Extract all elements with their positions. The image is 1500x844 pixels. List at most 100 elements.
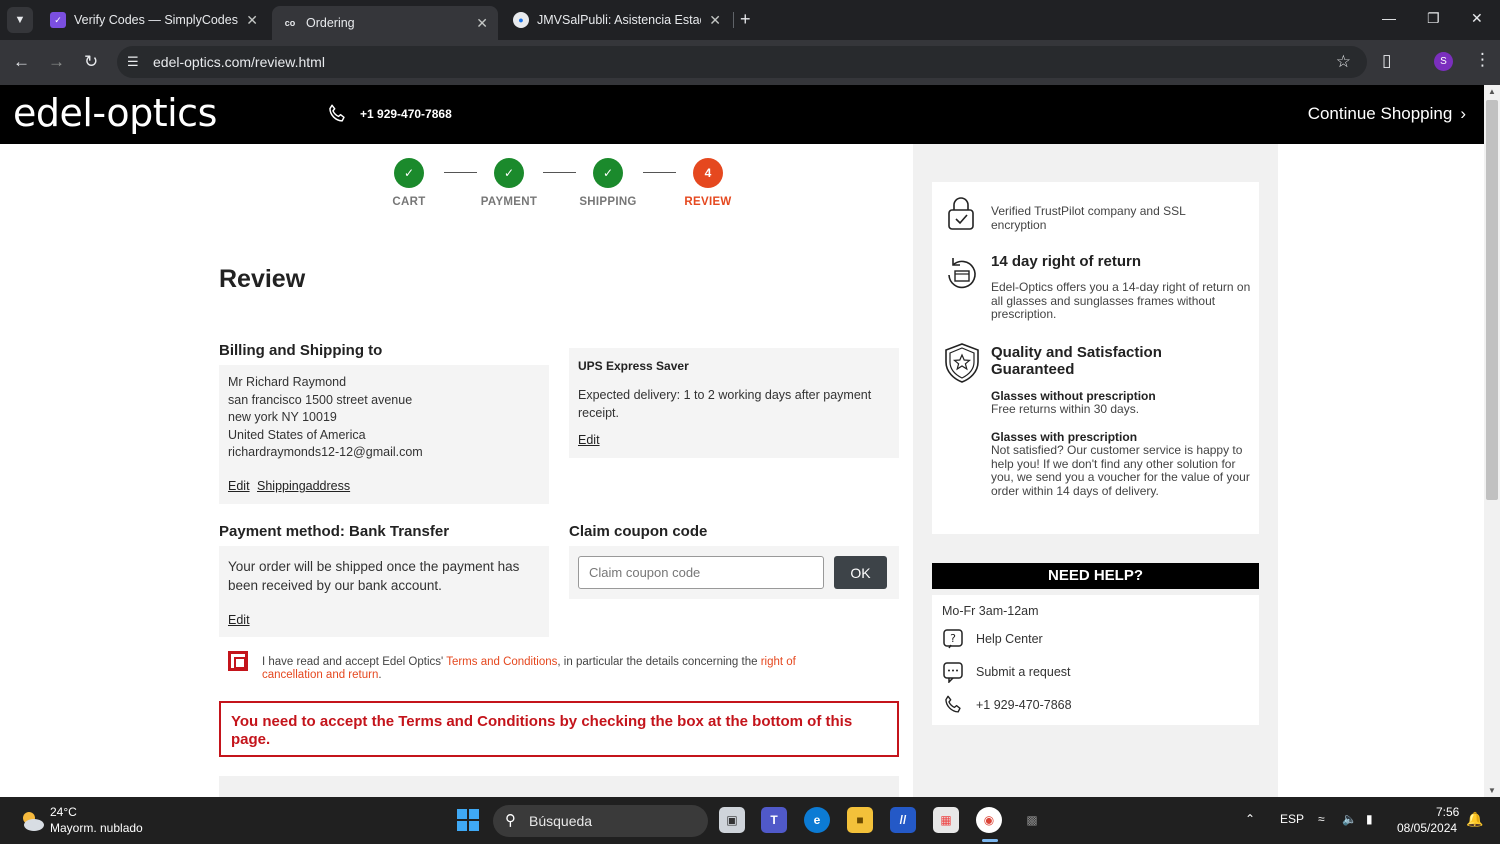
no-prescription-heading: Glasses without prescription <box>991 389 1156 403</box>
teams-icon[interactable]: T <box>761 807 787 833</box>
return-box-icon <box>948 258 976 289</box>
site-info-icon[interactable]: ☰ <box>127 54 139 70</box>
active-app-indicator <box>982 839 998 842</box>
question-icon: ? <box>943 629 963 649</box>
continue-shopping-label: Continue Shopping <box>1307 104 1453 123</box>
tab-title: Verify Codes — SimplyCodes <box>74 13 238 27</box>
clock-date[interactable]: 08/05/2024 <box>1397 821 1457 835</box>
shipping-method-description: Expected delivery: 1 to 2 working days a… <box>578 388 872 420</box>
close-icon[interactable]: ✕ <box>709 12 721 29</box>
tab-search-button[interactable]: ▼ <box>7 7 33 33</box>
reload-icon[interactable]: ↻ <box>84 52 98 72</box>
globe-icon: ● <box>513 12 529 28</box>
step-shipping[interactable]: ✓ SHIPPING <box>558 158 658 208</box>
step-label: SHIPPING <box>579 196 637 208</box>
chat-bubble-icon <box>943 662 963 683</box>
close-window-icon[interactable]: ✕ <box>1471 10 1483 27</box>
quality-shield-icon <box>945 343 979 383</box>
scroll-down-icon[interactable]: ▼ <box>1488 786 1496 795</box>
back-icon[interactable]: ← <box>13 52 30 72</box>
address-bar[interactable]: ☰ edel-optics.com/review.html ☆ <box>117 46 1367 78</box>
terms-conditions-link[interactable]: Terms and Conditions <box>446 656 557 668</box>
forward-icon[interactable]: → <box>48 52 65 72</box>
step-cart[interactable]: ✓ CART <box>359 158 459 208</box>
simplycodes-icon: ✓ <box>50 12 66 28</box>
no-prescription-text: Free returns within 30 days. <box>991 402 1140 416</box>
microsoft-store-icon[interactable]: ▦ <box>933 807 959 833</box>
task-view-icon[interactable]: ▣ <box>719 807 745 833</box>
shipping-address-link[interactable]: Shippingaddress <box>257 479 350 493</box>
coupon-ok-button[interactable]: OK <box>834 556 887 589</box>
draw-app-icon[interactable]: // <box>890 807 916 833</box>
taskbar-search-label: Búsqueda <box>529 813 593 829</box>
page-title: Review <box>219 265 306 293</box>
restore-icon[interactable]: ❐ <box>1427 10 1440 27</box>
file-explorer-icon[interactable]: ■ <box>847 807 873 833</box>
tab-separator <box>733 12 734 28</box>
scroll-up-icon[interactable]: ▲ <box>1488 87 1496 96</box>
battery-icon[interactable]: ▮ <box>1366 812 1373 826</box>
windows-start-icon[interactable] <box>457 809 479 831</box>
tab-ordering[interactable]: co Ordering ✕ <box>272 6 498 40</box>
notification-bell-icon[interactable]: 🔔 <box>1466 811 1483 828</box>
new-tab-button[interactable]: + <box>740 9 751 30</box>
terms-error-message: You need to accept the Terms and Conditi… <box>219 701 899 757</box>
cloud-sun-icon[interactable] <box>18 809 46 833</box>
edit-payment-link[interactable]: Edit <box>228 613 250 627</box>
page-scrollbar[interactable]: ▲ ▼ <box>1484 85 1500 797</box>
site-logo[interactable]: edel-optics <box>13 91 217 135</box>
help-item-label: Submit a request <box>976 665 1071 679</box>
plus-icon: + <box>740 9 751 29</box>
search-icon: ⚲ <box>505 812 516 829</box>
app-icon[interactable]: ▩ <box>1019 807 1045 833</box>
close-icon[interactable]: ✕ <box>476 15 488 32</box>
bookmark-star-icon[interactable]: ☆ <box>1336 52 1351 72</box>
edit-billing-link[interactable]: Edit <box>228 479 250 493</box>
phone-icon <box>329 104 345 122</box>
profile-avatar[interactable]: S <box>1434 52 1453 71</box>
continue-shopping-link[interactable]: Continue Shopping › <box>1308 104 1466 124</box>
prescription-heading: Glasses with prescription <box>991 430 1138 444</box>
phone-icon <box>945 695 961 713</box>
submit-request-link[interactable]: Submit a request <box>942 661 1071 683</box>
browser-tab-bar: ▼ ✓ Verify Codes — SimplyCodes ✕ co Orde… <box>0 0 1500 40</box>
edge-icon[interactable]: e <box>804 807 830 833</box>
chrome-icon[interactable]: ◉ <box>976 807 1002 833</box>
tab-title: JMVSalPubli: Asistencia Estadíst <box>537 13 701 27</box>
tab-simplycodes[interactable]: ✓ Verify Codes — SimplyCodes ✕ <box>40 6 268 34</box>
language-indicator[interactable]: ESP <box>1280 812 1304 826</box>
clock-time[interactable]: 7:56 <box>1436 805 1459 819</box>
weather-temperature[interactable]: 24°C <box>50 805 77 819</box>
taskbar-search[interactable]: ⚲ Búsqueda <box>493 805 708 837</box>
wifi-icon[interactable]: ≈ <box>1318 812 1325 826</box>
header-phone-number[interactable]: +1 929-470-7868 <box>360 107 452 121</box>
profile-initial: S <box>1440 56 1447 67</box>
check-icon: ✓ <box>593 158 623 188</box>
extensions-icon[interactable]: ▯ <box>1382 51 1391 71</box>
scroll-thumb[interactable] <box>1486 100 1498 500</box>
minimize-icon[interactable]: — <box>1382 10 1396 26</box>
tab-jmvsalpubli[interactable]: ● JMVSalPubli: Asistencia Estadíst ✕ <box>503 6 731 34</box>
chevron-up-icon[interactable]: ⌃ <box>1245 812 1255 826</box>
volume-icon[interactable]: 🔈 <box>1342 812 1357 826</box>
help-phone-link[interactable]: +1 929-470-7868 <box>942 694 1072 716</box>
terms-checkbox[interactable] <box>228 651 248 671</box>
coupon-input[interactable] <box>578 556 824 589</box>
close-icon[interactable]: ✕ <box>246 12 258 29</box>
help-center-link[interactable]: ? Help Center <box>942 628 1043 650</box>
menu-kebab-icon[interactable]: ⋮ <box>1474 50 1491 70</box>
help-hours: Mo-Fr 3am-12am <box>942 604 1039 618</box>
edit-shipping-link[interactable]: Edit <box>578 433 600 447</box>
need-help-box: Mo-Fr 3am-12am ? Help Center Submit a re… <box>932 595 1259 725</box>
step-payment[interactable]: ✓ PAYMENT <box>459 158 559 208</box>
trust-panel: Verified TrustPilot company and SSL encr… <box>932 182 1259 534</box>
terms-suffix: . <box>378 669 382 681</box>
step-label: REVIEW <box>684 196 732 208</box>
step-number-badge: 4 <box>693 158 723 188</box>
weather-description[interactable]: Mayorm. nublado <box>50 821 143 835</box>
step-label: PAYMENT <box>480 196 538 208</box>
check-icon: ✓ <box>494 158 524 188</box>
browser-toolbar: ← → ↻ ☰ edel-optics.com/review.html ☆ ▯ … <box>0 40 1500 85</box>
chevron-right-icon: › <box>1460 104 1466 123</box>
svg-text:?: ? <box>950 632 956 645</box>
